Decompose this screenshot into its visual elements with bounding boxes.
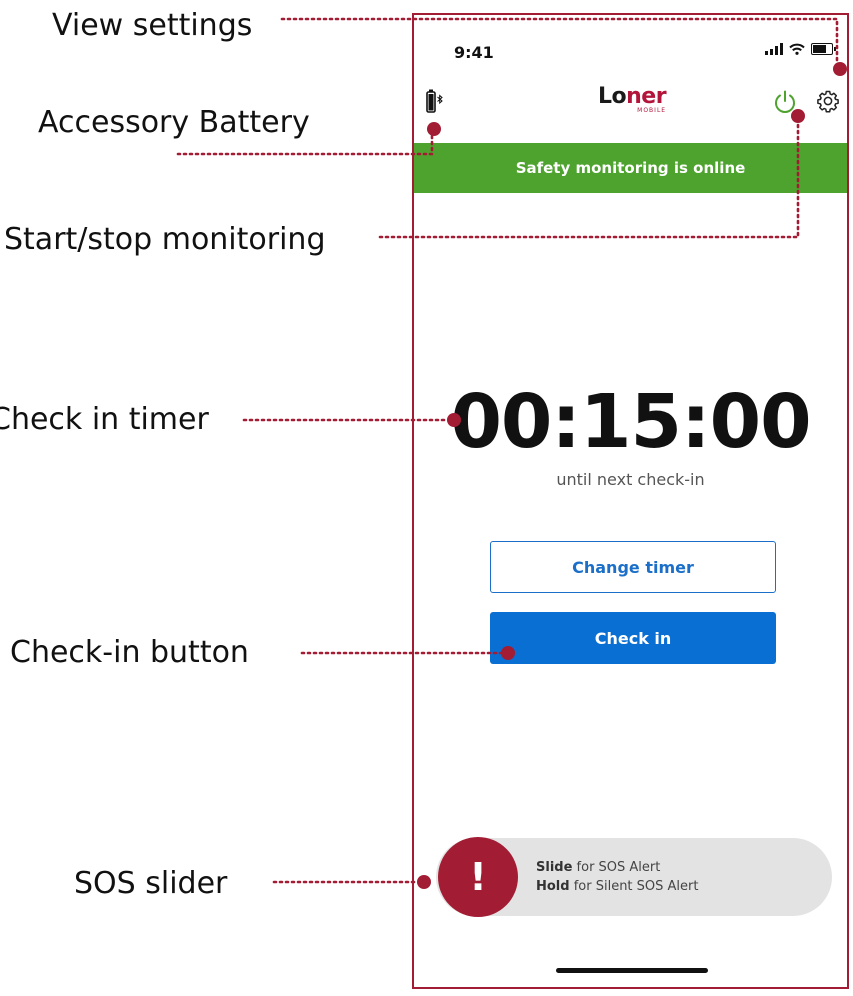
sos-hold-label: Hold bbox=[536, 879, 570, 894]
check-in-button[interactable]: Check in bbox=[490, 612, 776, 664]
callout-check-in-timer: Check in timer bbox=[0, 402, 209, 437]
home-indicator bbox=[556, 968, 708, 973]
status-icons bbox=[765, 43, 836, 55]
sos-slider[interactable]: ! Slide for SOS Alert Hold for Silent SO… bbox=[436, 837, 832, 917]
callout-sos-slider: SOS slider bbox=[74, 866, 228, 901]
power-icon[interactable] bbox=[772, 89, 798, 115]
loner-logo: Loner MOBILE bbox=[598, 84, 667, 115]
sos-slide-text: for SOS Alert bbox=[572, 860, 661, 875]
sos-slide-label: Slide bbox=[536, 860, 573, 875]
sos-hold-text: for Silent SOS Alert bbox=[569, 879, 699, 894]
phone-screen: 9:41 Loner MOBILE Safety monitoring is o… bbox=[412, 13, 849, 989]
cellular-signal-icon bbox=[765, 43, 783, 55]
change-timer-button[interactable]: Change timer bbox=[490, 541, 776, 593]
bluetooth-battery-icon[interactable] bbox=[426, 88, 444, 114]
logo-main: Lo bbox=[598, 84, 627, 109]
callout-view-settings: View settings bbox=[52, 8, 253, 43]
timer-subtitle: until next check-in bbox=[556, 470, 705, 489]
sos-instructions: Slide for SOS Alert Hold for Silent SOS … bbox=[536, 858, 698, 896]
gear-icon[interactable] bbox=[816, 89, 840, 113]
monitoring-status-banner: Safety monitoring is online bbox=[414, 143, 847, 193]
wifi-icon bbox=[789, 43, 805, 55]
sos-slider-handle[interactable]: ! bbox=[438, 837, 518, 917]
callout-check-in-button: Check-in button bbox=[10, 635, 249, 670]
callout-accessory-battery: Accessory Battery bbox=[38, 105, 310, 140]
exclamation-icon: ! bbox=[469, 855, 487, 899]
check-in-timer: 00:15:00 bbox=[450, 379, 811, 465]
battery-icon bbox=[811, 43, 836, 55]
status-time: 9:41 bbox=[454, 43, 494, 62]
logo-accent: ner bbox=[626, 84, 667, 109]
callout-start-stop-monitoring: Start/stop monitoring bbox=[4, 222, 326, 257]
